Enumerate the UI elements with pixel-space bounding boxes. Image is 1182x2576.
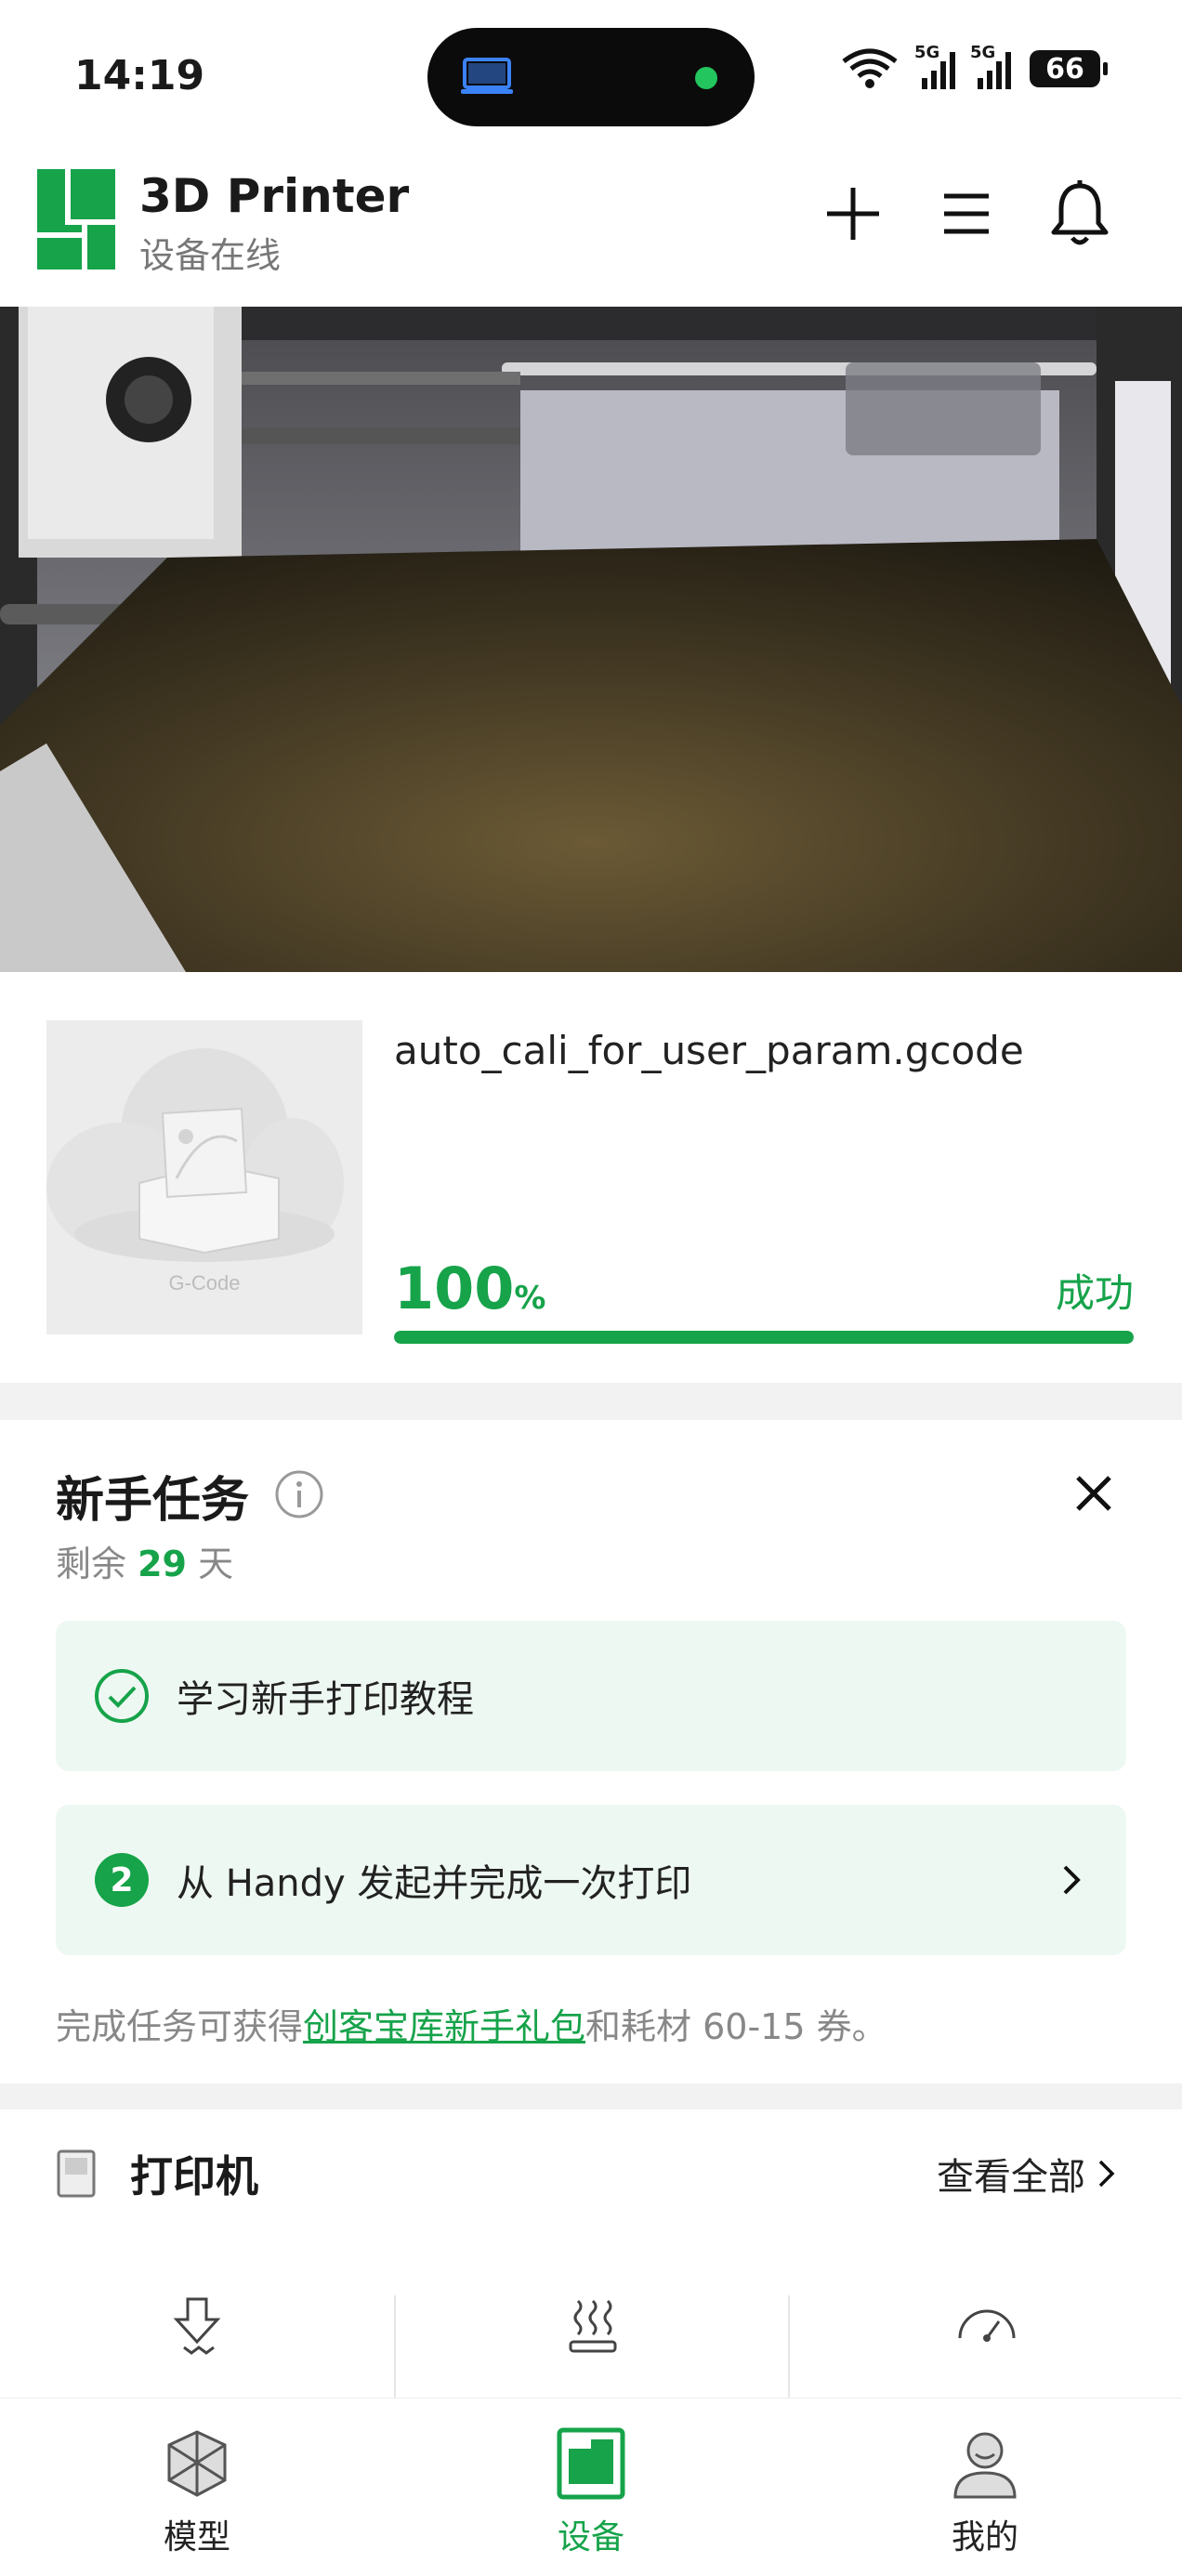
reward-text: 完成任务可获得创客宝库新手礼包和耗材 60-15 券。	[56, 2006, 887, 2047]
battery-indicator: 66	[1030, 50, 1108, 87]
heat-icon	[569, 2299, 617, 2353]
print-file-name: auto_cali_for_user_param.gcode	[394, 1028, 1024, 1073]
printer-icon	[57, 2149, 96, 2198]
task-item-tutorial[interactable]: 学习新手打印教程	[56, 1621, 1126, 1771]
wifi-icon	[842, 48, 898, 88]
remaining-days: 剩余 29 天	[56, 1544, 234, 1584]
camera-live-feed[interactable]	[0, 307, 1182, 972]
camera-indicator-dot	[695, 67, 717, 89]
gcode-thumbnail: G-Code	[46, 1020, 362, 1334]
chevron-right-icon	[1063, 1865, 1081, 1895]
check-circle-icon	[95, 1669, 149, 1723]
bell-icon	[1051, 180, 1109, 245]
speed-control[interactable]	[790, 2295, 1182, 2398]
beginner-tasks-card: 新手任务 剩余 29 天 学习新手打印教程 2 从 Handy 发起并完成一次打…	[0, 1420, 1182, 2083]
tasks-title: 新手任务	[56, 1473, 250, 1529]
notifications-button[interactable]	[1043, 177, 1117, 251]
gcode-placeholder-image: G-Code	[46, 1048, 344, 1295]
app-header: 3D Printer 设备在线	[0, 149, 1182, 307]
gift-pack-link[interactable]: 创客宝库新手礼包	[303, 2006, 585, 2047]
svg-text:G-Code: G-Code	[168, 1271, 240, 1295]
print-progress-percent: 100%	[394, 1255, 546, 1322]
speedometer-icon	[958, 2309, 1016, 2342]
nav-mine[interactable]: 我的	[788, 2399, 1182, 2576]
print-job-card[interactable]: G-Code auto_cali_for_user_param.gcode 10…	[0, 972, 1182, 1383]
brand-logo	[37, 169, 115, 269]
cell-signal-icon: 5G	[914, 43, 955, 89]
dynamic-island[interactable]	[427, 28, 755, 126]
device-title: 3D Printer	[139, 169, 410, 223]
cell-signal-icon: 5G	[970, 43, 1011, 89]
close-icon[interactable]	[1070, 1470, 1117, 1517]
nav-devices[interactable]: 设备	[394, 2399, 788, 2576]
plus-icon	[827, 188, 879, 240]
device-status: 设备在线	[139, 235, 282, 276]
bottom-navigation: 模型 设备 我的	[0, 2398, 1182, 2576]
task-item-first-print[interactable]: 2 从 Handy 发起并完成一次打印	[56, 1805, 1126, 1955]
printer-section: 打印机 查看全部	[0, 2109, 1182, 2398]
view-all-button[interactable]: 查看全部	[937, 2147, 1117, 2201]
heatbed-control[interactable]	[396, 2295, 790, 2398]
task-label: 从 Handy 发起并完成一次打印	[177, 1862, 692, 1905]
status-icons: 5G 5G 66	[840, 43, 1108, 89]
print-progress-bar	[394, 1331, 1134, 1344]
task-label: 学习新手打印教程	[177, 1678, 474, 1721]
status-bar: 14:19 5G 5G 66	[0, 0, 1182, 149]
add-button[interactable]	[816, 177, 890, 251]
filament-download-icon	[173, 2297, 221, 2355]
cubes-icon	[167, 2430, 227, 2497]
nav-label: 模型	[163, 2518, 230, 2556]
screen-cast-icon	[461, 58, 513, 94]
device-icon	[557, 2427, 625, 2500]
task-step-number: 2	[95, 1853, 149, 1907]
clock: 14:19	[74, 52, 205, 99]
printer-section-title: 打印机	[130, 2151, 258, 2201]
camera-view	[0, 307, 1182, 972]
menu-button[interactable]	[929, 177, 1004, 251]
chevron-right-icon	[1098, 2160, 1115, 2188]
info-icon[interactable]	[273, 1468, 325, 1520]
print-status: 成功	[1055, 1270, 1134, 1316]
menu-icon	[944, 193, 989, 234]
profile-icon	[953, 2432, 1017, 2499]
filament-load-control[interactable]	[0, 2295, 394, 2398]
nav-label: 设备	[557, 2518, 624, 2556]
print-progress-fill	[394, 1331, 1134, 1344]
nav-models[interactable]: 模型	[0, 2399, 394, 2576]
nav-label: 我的	[951, 2518, 1018, 2556]
